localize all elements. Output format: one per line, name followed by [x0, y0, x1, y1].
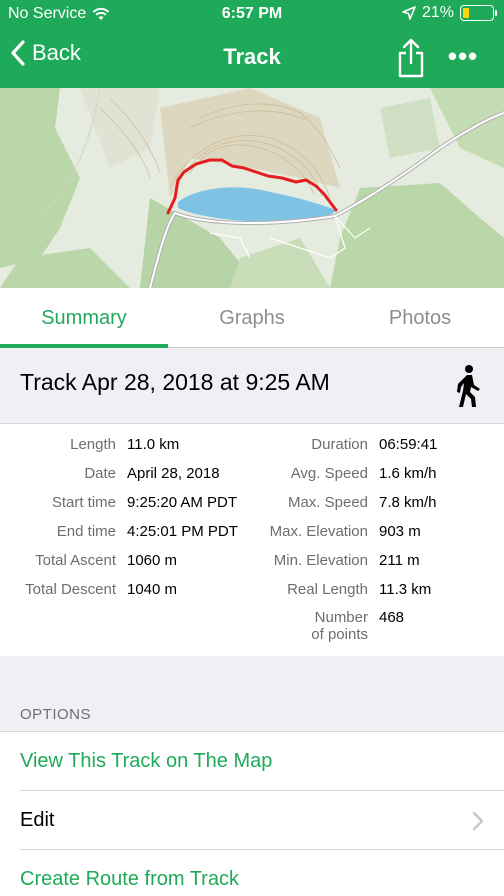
stat-label: Number of points [250, 609, 368, 643]
battery-fill [463, 8, 469, 18]
back-button[interactable]: Back [10, 40, 81, 66]
stat-value: 468 [379, 609, 405, 626]
share-button[interactable] [394, 36, 428, 80]
stat-real-length: Real Length 11.3 km [250, 581, 431, 598]
stat-label: Start time [51, 494, 116, 511]
stat-end-time: End time 4:25:01 PM PDT [0, 523, 238, 540]
stat-label: Real Length [287, 581, 368, 598]
stat-total-descent: Total Descent 1040 m [0, 581, 177, 598]
stat-label: Min. Elevation [273, 552, 368, 569]
stat-label: Max. Elevation [269, 523, 368, 540]
stat-label: Date [84, 465, 116, 482]
stat-label: Avg. Speed [290, 465, 368, 482]
stat-date: Date April 28, 2018 [0, 465, 220, 482]
stat-label: Length [70, 436, 116, 453]
location-arrow-icon [402, 6, 416, 20]
stat-avg-speed: Avg. Speed 1.6 km/h [250, 465, 437, 482]
stat-max-speed: Max. Speed 7.8 km/h [250, 494, 437, 511]
stat-label: Duration [311, 436, 368, 453]
stat-value: April 28, 2018 [127, 465, 220, 482]
stat-label-line: Number [314, 609, 368, 626]
stat-max-elevation: Max. Elevation 903 m [250, 523, 421, 540]
stat-value: 11.0 km [127, 436, 180, 453]
track-stats: Length 11.0 km Date April 28, 2018 Start… [0, 424, 504, 656]
stat-duration: Duration 06:59:41 [250, 436, 437, 453]
view-track-on-map-button[interactable]: View This Track on The Map [0, 732, 504, 791]
stat-value: 06:59:41 [379, 436, 438, 453]
tab-summary[interactable]: Summary [0, 288, 168, 348]
stat-value: 11.3 km [379, 581, 432, 598]
row-label: Create Route from Track [20, 868, 239, 890]
battery-icon [460, 5, 497, 21]
stat-value: 1.6 km/h [379, 465, 437, 482]
share-icon [398, 38, 424, 78]
stat-label: End time [56, 523, 116, 540]
chevron-right-icon [472, 811, 484, 831]
navigation-bar: Back Track ••• [0, 30, 504, 88]
stat-label-line: of points [311, 626, 368, 643]
stat-min-elevation: Min. Elevation 211 m [250, 552, 420, 569]
row-label: Edit [20, 809, 55, 831]
status-bar: No Service 6:57 PM 21% [0, 0, 504, 30]
tab-graphs[interactable]: Graphs [168, 288, 336, 347]
stat-label: Total Ascent [35, 552, 116, 569]
tab-bar: Summary Graphs Photos [0, 288, 504, 348]
options-section: OPTIONS [0, 656, 504, 732]
more-button[interactable]: ••• [446, 38, 480, 78]
back-label: Back [32, 40, 81, 65]
track-header: Track Apr 28, 2018 at 9:25 AM [0, 348, 504, 424]
edit-button[interactable]: Edit [0, 791, 504, 850]
track-map[interactable] [0, 88, 504, 288]
track-title: Track Apr 28, 2018 at 9:25 AM [20, 369, 330, 395]
stat-number-of-points: Number of points 468 [250, 609, 404, 643]
more-icon: ••• [447, 41, 479, 71]
stat-label: Total Descent [25, 581, 116, 598]
battery-percent: 21% [421, 4, 454, 21]
stat-length: Length 11.0 km [0, 436, 179, 453]
status-right: 21% [402, 4, 497, 22]
stat-value: 7.8 km/h [379, 494, 437, 511]
tab-photos[interactable]: Photos [336, 288, 504, 347]
stat-total-ascent: Total Ascent 1060 m [0, 552, 177, 569]
stat-value: 1040 m [127, 581, 178, 598]
stat-label: Max. Speed [287, 494, 368, 511]
topographic-map-image [0, 88, 504, 288]
row-label: View This Track on The Map [20, 750, 273, 772]
walking-person-icon [457, 365, 480, 407]
options-header: OPTIONS [20, 706, 92, 723]
create-route-from-track-button[interactable]: Create Route from Track [0, 850, 504, 896]
chevron-left-icon [11, 40, 25, 66]
top-bar: No Service 6:57 PM 21% Back Track ••• [0, 0, 504, 88]
stat-value: 903 m [379, 523, 421, 540]
stat-value: 211 m [379, 552, 420, 569]
stat-start-time: Start time 9:25:20 AM PDT [0, 494, 237, 511]
stat-value: 1060 m [127, 552, 178, 569]
stat-value: 4:25:01 PM PDT [127, 523, 238, 540]
stat-value: 9:25:20 AM PDT [127, 494, 238, 511]
